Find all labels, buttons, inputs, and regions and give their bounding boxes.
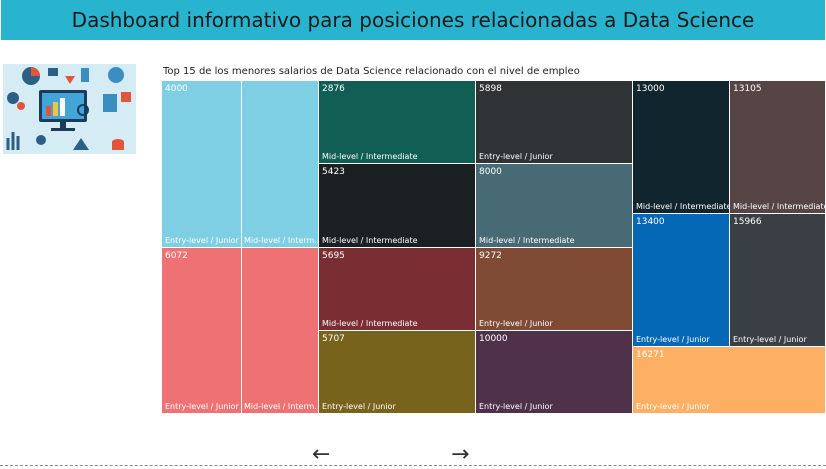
treemap-level-label: Entry-level / Junior	[733, 335, 807, 344]
treemap-cell[interactable]: 5695 Mid-level / Intermediate	[319, 248, 476, 331]
treemap-value-label: 13105	[733, 84, 762, 94]
treemap-value-label: 9272	[479, 251, 502, 261]
treemap-cell[interactable]: 15966 Entry-level / Junior	[730, 214, 826, 347]
treemap-level-label: Mid-level / Intermediate	[479, 236, 575, 245]
treemap-cell[interactable]: 13000 Mid-level / Intermediate	[633, 81, 730, 214]
treemap-level-label: Mid-level / Intermediate	[733, 202, 826, 211]
treemap-level-label: Entry-level / Junior	[165, 402, 239, 411]
treemap-value-label: 4000	[165, 84, 188, 94]
bottom-divider	[0, 465, 826, 466]
treemap-level-label: Mid-level / Intermediate	[322, 152, 418, 161]
treemap-value-label: 2876	[322, 84, 345, 94]
chart-title: Top 15 de los menores salarios de Data S…	[163, 66, 580, 77]
treemap-value-label: 16271	[636, 350, 665, 360]
treemap-level-label: Entry-level / Junior	[479, 152, 553, 161]
treemap-subdivider	[241, 81, 242, 247]
treemap-value-label: 5898	[479, 84, 502, 94]
treemap-value-label: 15966	[733, 217, 762, 227]
treemap-level-label: Mid-level / Intermediate	[322, 236, 418, 245]
treemap-level-label: Mid-level / Intermediate	[322, 319, 418, 328]
treemap-value-label: 13000	[636, 84, 665, 94]
treemap-level-label: Mid-level / Intermediate	[636, 202, 730, 211]
treemap-subdivider	[241, 248, 242, 413]
treemap-level-label: Entry-level / Junior	[479, 319, 553, 328]
treemap-value-label: 13400	[636, 217, 665, 227]
treemap-cell[interactable]: 13105 Mid-level / Intermediate	[730, 81, 826, 214]
treemap-cell[interactable]: 10000 Entry-level / Junior	[476, 331, 633, 414]
next-page-icon[interactable]: →	[451, 444, 469, 466]
treemap-cell[interactable]: 6072 Entry-level / Junior Mid-level / Inte…	[162, 248, 319, 414]
treemap-value-label: 5423	[322, 167, 345, 177]
treemap-level-label: Mid-level / Interm...	[244, 236, 319, 245]
treemap-value-label: 8000	[479, 167, 502, 177]
salary-treemap: 4000 Entry-level / Junior Mid-level / Inte…	[162, 81, 826, 414]
treemap-cell[interactable]: 13400 Entry-level / Junior	[633, 214, 730, 347]
treemap-cell[interactable]: 5423 Mid-level / Intermediate	[319, 164, 476, 248]
treemap-cell[interactable]: 5898 Entry-level / Junior	[476, 81, 633, 164]
data-science-illustration	[3, 64, 136, 154]
prev-page-icon[interactable]: ←	[312, 444, 330, 466]
treemap-level-label: Entry-level / Junior	[165, 236, 239, 245]
treemap-value-label: 10000	[479, 334, 508, 344]
treemap-value-label: 5695	[322, 251, 345, 261]
treemap-level-label: Entry-level / Junior	[479, 402, 553, 411]
treemap-cell[interactable]: 4000 Entry-level / Junior Mid-level / Inte…	[162, 81, 319, 248]
treemap-level-label: Entry-level / Junior	[636, 335, 710, 344]
treemap-cell[interactable]: 9272 Entry-level / Junior	[476, 248, 633, 331]
treemap-level-label: Mid-level / Interm...	[244, 402, 319, 411]
treemap-value-label: 6072	[165, 251, 188, 261]
treemap-level-label: Entry-level / Junior	[636, 402, 710, 411]
treemap-value-label: 5707	[322, 334, 345, 344]
treemap-level-label: Entry-level / Junior	[322, 402, 396, 411]
treemap-cell[interactable]: 8000 Mid-level / Intermediate	[476, 164, 633, 248]
treemap-cell[interactable]: 16271 Entry-level / Junior	[633, 347, 826, 414]
treemap-cell[interactable]: 2876 Mid-level / Intermediate	[319, 81, 476, 164]
treemap-cell[interactable]: 5707 Entry-level / Junior	[319, 331, 476, 414]
dashboard-header: Dashboard informativo para posiciones re…	[1, 0, 825, 40]
dashboard-title: Dashboard informativo para posiciones re…	[71, 8, 755, 32]
